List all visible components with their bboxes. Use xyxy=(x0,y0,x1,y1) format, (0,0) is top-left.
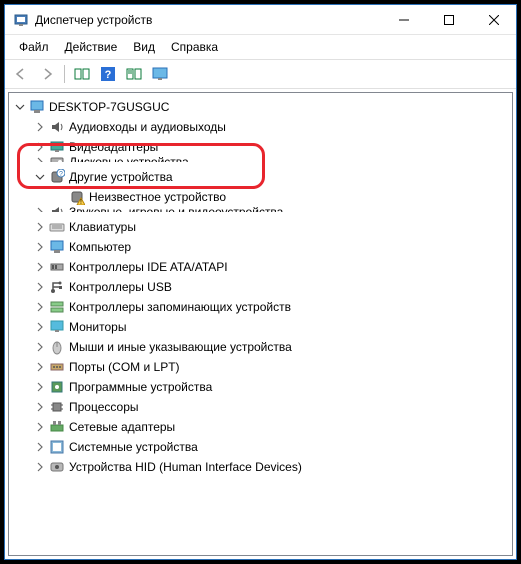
tree-node-13[interactable]: Программные устройства xyxy=(9,377,512,397)
device-tree[interactable]: DESKTOP-7GUSGUC Аудиовходы и аудиовыходы В… xyxy=(8,92,513,556)
window-title: Диспетчер устройств xyxy=(35,13,381,27)
tree-node-4[interactable]: Звуковые, игровые и видеоустройства xyxy=(9,207,512,217)
show-hide-console-button[interactable] xyxy=(70,63,94,85)
menubar: Файл Действие Вид Справка xyxy=(5,35,516,60)
tree-node-0[interactable]: Аудиовходы и аудиовыходы xyxy=(9,117,512,137)
tree-node-label: Контроллеры USB xyxy=(69,280,172,294)
keyboard-icon xyxy=(49,219,65,235)
app-icon xyxy=(13,12,29,28)
expand-icon[interactable] xyxy=(33,220,47,234)
expand-icon[interactable] xyxy=(33,120,47,134)
device-manager-window: Диспетчер устройств Файл Действие Вид Сп… xyxy=(4,4,517,560)
tree-node-label: Видеоадаптеры xyxy=(69,140,158,154)
expand-icon[interactable] xyxy=(33,300,47,314)
tree-node-label: Системные устройства xyxy=(69,440,198,454)
unknown-icon: ! xyxy=(69,189,85,205)
tree-node-11[interactable]: Мыши и иные указывающие устройства xyxy=(9,337,512,357)
back-button[interactable] xyxy=(9,63,33,85)
tree-node-6[interactable]: Компьютер xyxy=(9,237,512,257)
expand-icon[interactable] xyxy=(33,240,47,254)
storage-icon xyxy=(49,299,65,315)
tree-node-14[interactable]: Процессоры xyxy=(9,397,512,417)
titlebar: Диспетчер устройств xyxy=(5,5,516,35)
tree-node-8[interactable]: Контроллеры USB xyxy=(9,277,512,297)
minimize-button[interactable] xyxy=(381,5,426,34)
maximize-button[interactable] xyxy=(426,5,471,34)
tree-node-2[interactable]: Дисковые устройства xyxy=(9,157,512,167)
expand-icon[interactable] xyxy=(33,420,47,434)
tree-node-label: Контроллеры IDE ATA/ATAPI xyxy=(69,260,228,274)
tree-node-label: Компьютер xyxy=(69,240,131,254)
tree-node-label: Процессоры xyxy=(69,400,139,414)
display-icon xyxy=(49,139,65,155)
tree-node-label: Устройства HID (Human Interface Devices) xyxy=(69,460,302,474)
display-button[interactable] xyxy=(148,63,172,85)
expand-icon[interactable] xyxy=(33,400,47,414)
tree-node-label: DESKTOP-7GUSGUC xyxy=(49,100,169,114)
expand-icon[interactable] xyxy=(33,380,47,394)
usb-icon xyxy=(49,279,65,295)
expand-icon[interactable] xyxy=(33,260,47,274)
collapse-icon[interactable] xyxy=(33,170,47,184)
expand-icon[interactable] xyxy=(33,360,47,374)
software-icon xyxy=(49,379,65,395)
toolbar-separator xyxy=(64,65,65,83)
tree-node-5[interactable]: Клавиатуры xyxy=(9,217,512,237)
help-button[interactable]: ? xyxy=(96,63,120,85)
tree-node-label: Неизвестное устройство xyxy=(89,190,226,204)
menu-action[interactable]: Действие xyxy=(57,37,126,57)
expand-icon[interactable] xyxy=(33,340,47,354)
tree-node-16[interactable]: Системные устройства xyxy=(9,437,512,457)
expand-icon[interactable] xyxy=(33,280,47,294)
port-icon xyxy=(49,359,65,375)
expand-icon[interactable] xyxy=(33,460,47,474)
tree-node-7[interactable]: Контроллеры IDE ATA/ATAPI xyxy=(9,257,512,277)
svg-text:?: ? xyxy=(59,171,63,178)
scan-hardware-button[interactable] xyxy=(122,63,146,85)
cpu-icon xyxy=(49,399,65,415)
computer-root-icon xyxy=(29,99,45,115)
collapse-icon[interactable] xyxy=(13,100,27,114)
expand-icon[interactable] xyxy=(33,440,47,454)
tree-node-15[interactable]: Сетевые адаптеры xyxy=(9,417,512,437)
expand-icon[interactable] xyxy=(33,320,47,334)
tree-node-label: Мониторы xyxy=(69,320,126,334)
system-icon xyxy=(49,439,65,455)
svg-text:?: ? xyxy=(105,69,112,81)
tree-node-17[interactable]: Устройства HID (Human Interface Devices) xyxy=(9,457,512,477)
tree-node-1[interactable]: Видеоадаптеры xyxy=(9,137,512,157)
tree-node-12[interactable]: Порты (COM и LPT) xyxy=(9,357,512,377)
menu-view[interactable]: Вид xyxy=(125,37,163,57)
window-controls xyxy=(381,5,516,34)
computer-icon xyxy=(49,239,65,255)
menu-file[interactable]: Файл xyxy=(11,37,57,57)
network-icon xyxy=(49,419,65,435)
hid-icon xyxy=(49,459,65,475)
tree-node-3[interactable]: ? Другие устройства xyxy=(9,167,512,187)
tree-node-label: Программные устройства xyxy=(69,380,212,394)
tree-node-label: Другие устройства xyxy=(69,170,173,184)
tree-node-label: Клавиатуры xyxy=(69,220,136,234)
close-button[interactable] xyxy=(471,5,516,34)
monitor-icon xyxy=(49,319,65,335)
tree-node-9[interactable]: Контроллеры запоминающих устройств xyxy=(9,297,512,317)
tree-node-10[interactable]: Мониторы xyxy=(9,317,512,337)
expand-icon[interactable] xyxy=(33,140,47,154)
tree-child-3-0[interactable]: ! Неизвестное устройство xyxy=(9,187,512,207)
other-icon: ? xyxy=(49,169,65,185)
mouse-icon xyxy=(49,339,65,355)
tree-wrap: DESKTOP-7GUSGUC Аудиовходы и аудиовыходы В… xyxy=(5,89,516,559)
tree-node-label: Сетевые адаптеры xyxy=(69,420,175,434)
tree-node-label: Аудиовходы и аудиовыходы xyxy=(69,120,226,134)
speaker-icon xyxy=(49,119,65,135)
svg-text:!: ! xyxy=(80,199,82,205)
tree-root[interactable]: DESKTOP-7GUSGUC xyxy=(9,97,512,117)
tree-node-label: Мыши и иные указывающие устройства xyxy=(69,340,292,354)
ide-icon xyxy=(49,259,65,275)
tree-node-label: Контроллеры запоминающих устройств xyxy=(69,300,291,314)
forward-button[interactable] xyxy=(35,63,59,85)
tree-node-label: Порты (COM и LPT) xyxy=(69,360,180,374)
toolbar: ? xyxy=(5,60,516,89)
menu-help[interactable]: Справка xyxy=(163,37,226,57)
